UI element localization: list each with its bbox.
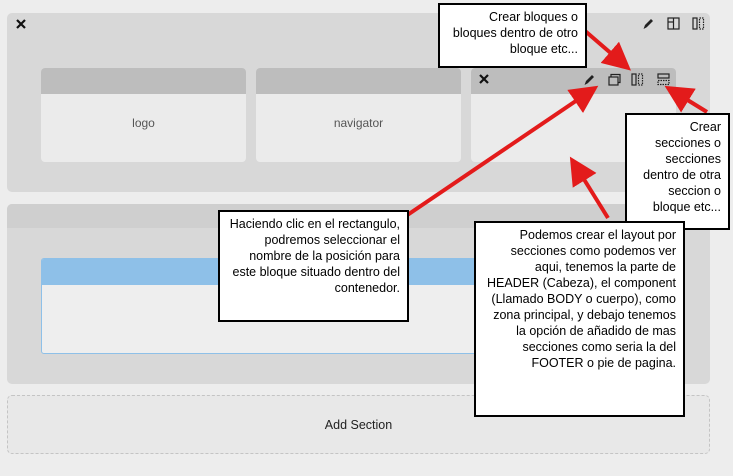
block-header-bar[interactable] xyxy=(471,68,676,94)
header-section: logo navigator xyxy=(7,13,710,192)
close-icon[interactable] xyxy=(476,71,492,87)
block-header-bar[interactable] xyxy=(41,68,246,94)
split-columns-icon[interactable] xyxy=(690,15,706,31)
block-header-bar[interactable] xyxy=(256,68,461,94)
pencil-icon[interactable] xyxy=(640,15,656,31)
pencil-icon[interactable] xyxy=(581,71,597,87)
close-icon[interactable] xyxy=(13,16,29,32)
callout-create-blocks: Crear bloques o bloques dentro de otro b… xyxy=(438,3,587,68)
add-section-icon[interactable] xyxy=(655,71,671,87)
add-block-icon[interactable] xyxy=(665,15,681,31)
split-columns-icon[interactable] xyxy=(629,71,645,87)
callout-select-position: Haciendo clic en el rectangulo, podremos… xyxy=(218,210,409,322)
block-logo[interactable]: logo xyxy=(41,68,246,162)
callout-layout-info: Podemos crear el layout por secciones co… xyxy=(474,221,685,417)
block-navigator[interactable]: navigator xyxy=(256,68,461,162)
callout-create-sections: Crear secciones o secciones dentro de ot… xyxy=(625,113,730,230)
add-block-icon[interactable] xyxy=(606,71,622,87)
block-label: logo xyxy=(132,116,155,130)
block-label: navigator xyxy=(333,116,384,130)
